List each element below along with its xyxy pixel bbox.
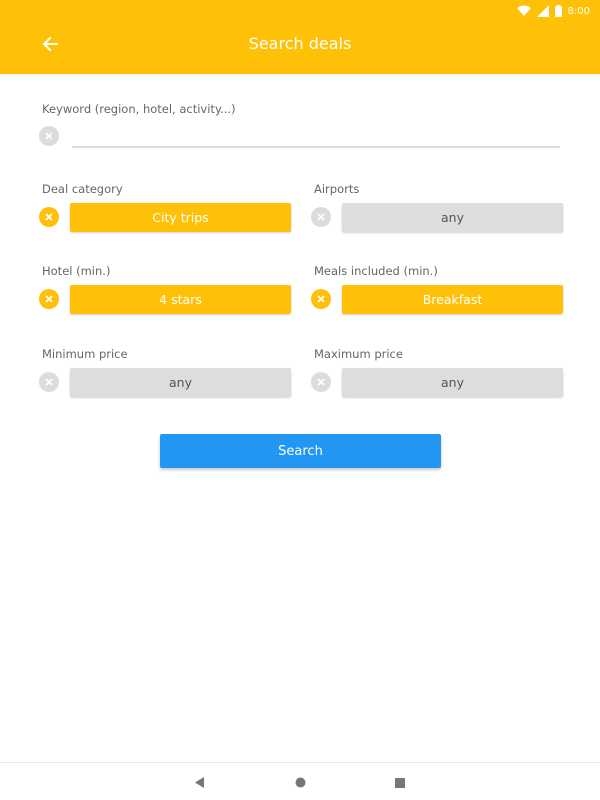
maximum-price-clear-button[interactable] (311, 372, 331, 392)
nav-back-icon (195, 773, 205, 792)
meals-included-select[interactable]: Breakfast (342, 285, 563, 314)
page-title: Search deals (248, 34, 352, 53)
minimum-price-value: any (169, 375, 192, 390)
keyword-clear-button[interactable] (39, 126, 59, 146)
deal-category-select[interactable]: City trips (70, 203, 291, 232)
close-icon (44, 131, 54, 141)
minimum-price-clear-button[interactable] (39, 372, 59, 392)
search-button[interactable]: Search (160, 434, 441, 468)
nav-home-button[interactable] (293, 775, 307, 789)
maximum-price-select[interactable]: any (342, 368, 563, 397)
meals-included-value: Breakfast (422, 292, 483, 307)
minimum-price-select[interactable]: any (70, 368, 291, 397)
deal-category-clear-button[interactable] (39, 207, 59, 227)
close-icon (316, 294, 326, 304)
nav-recents-icon (395, 773, 405, 792)
hotel-min-clear-button[interactable] (39, 289, 59, 309)
meals-included-label: Meals included (min.) (314, 264, 438, 278)
battery-icon (554, 5, 562, 17)
close-icon (316, 212, 326, 222)
airports-select[interactable]: any (342, 203, 563, 232)
wifi-icon (516, 5, 531, 17)
maximum-price-value: any (441, 375, 464, 390)
nav-back-button[interactable] (193, 775, 207, 789)
nav-home-icon (295, 773, 306, 792)
keyword-label: Keyword (region, hotel, activity...) (42, 102, 236, 116)
system-nav-bar (0, 762, 600, 800)
airports-value: any (441, 210, 464, 225)
minimum-price-label: Minimum price (42, 347, 128, 361)
hotel-min-value: 4 stars (159, 292, 202, 307)
status-time: 8:00 (567, 5, 590, 17)
close-icon (44, 212, 54, 222)
deal-category-value: City trips (152, 210, 209, 225)
airports-clear-button[interactable] (311, 207, 331, 227)
close-icon (44, 294, 54, 304)
airports-label: Airports (314, 182, 360, 196)
keyword-input[interactable] (72, 126, 560, 148)
meals-included-clear-button[interactable] (311, 289, 331, 309)
maximum-price-label: Maximum price (314, 347, 403, 361)
status-bar: 8:00 (516, 2, 590, 20)
deal-category-label: Deal category (42, 182, 123, 196)
close-icon (44, 377, 54, 387)
hotel-min-label: Hotel (min.) (42, 264, 111, 278)
hotel-min-select[interactable]: 4 stars (70, 285, 291, 314)
search-button-label: Search (278, 443, 323, 459)
nav-recents-button[interactable] (393, 775, 407, 789)
close-icon (316, 377, 326, 387)
signal-icon (536, 5, 549, 17)
app-bar: 8:00 Search deals (0, 0, 600, 74)
